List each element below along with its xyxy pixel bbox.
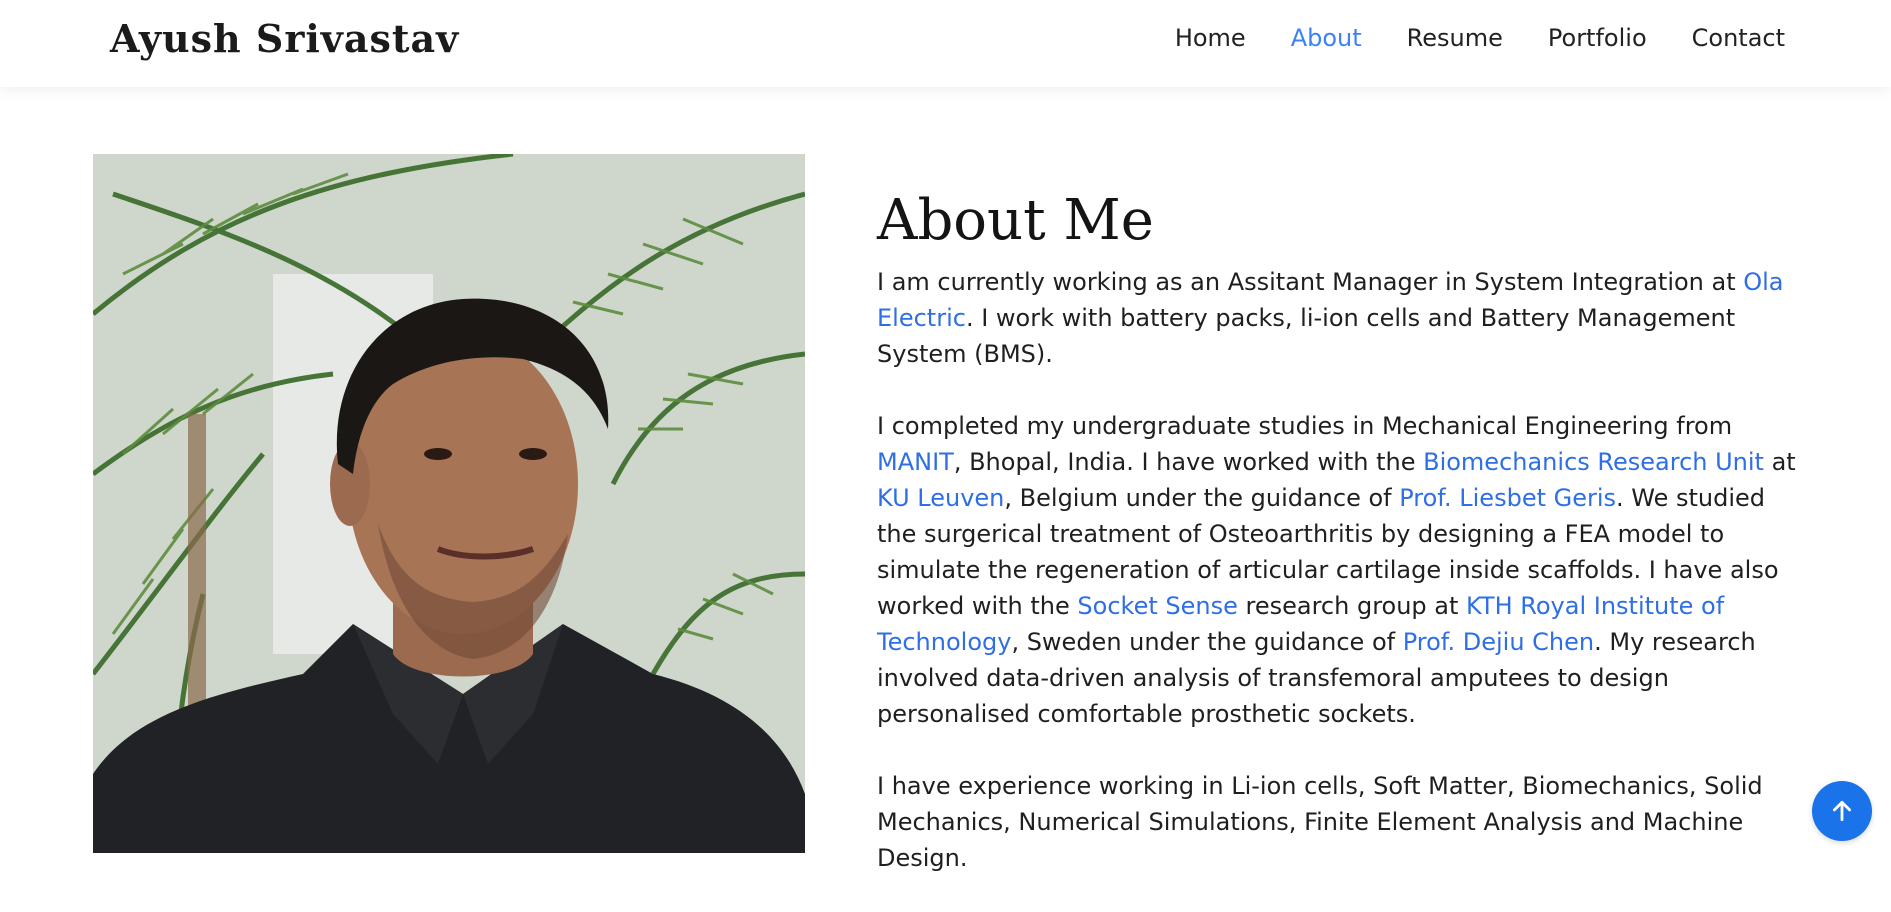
top-navbar: Ayush Srivastav Home About Resume Portfo… xyxy=(0,0,1891,87)
profile-photo xyxy=(93,154,805,853)
arrow-up-icon xyxy=(1833,800,1851,822)
link-prof-dejiu-chen[interactable]: Prof. Dejiu Chen xyxy=(1403,628,1594,656)
p2-text-7: , Sweden under the guidance of xyxy=(1011,627,1403,656)
about-paragraph-2: I completed my undergraduate studies in … xyxy=(877,408,1802,732)
nav-portfolio[interactable]: Portfolio xyxy=(1548,24,1647,52)
portrait-illustration xyxy=(93,154,805,853)
scroll-to-top-button[interactable] xyxy=(1812,781,1872,841)
p2-text-2: , Bhopal, India. I have worked with the xyxy=(953,447,1424,476)
about-title: About Me xyxy=(877,188,1154,253)
about-paragraph-1: I am currently working as an Assitant Ma… xyxy=(877,264,1802,372)
link-prof-liesbet-geris[interactable]: Prof. Liesbet Geris xyxy=(1399,484,1616,512)
link-manit[interactable]: MANIT xyxy=(877,448,954,476)
nav-about[interactable]: About xyxy=(1291,24,1362,52)
nav-resume[interactable]: Resume xyxy=(1407,24,1503,52)
p1-text-1: I am currently working as an Assitant Ma… xyxy=(877,267,1744,296)
p2-text-1: I completed my undergraduate studies in … xyxy=(877,411,1733,440)
p2-text-6: research group at xyxy=(1237,591,1467,620)
nav-home[interactable]: Home xyxy=(1175,24,1246,52)
main-nav: Home About Resume Portfolio Contact xyxy=(1175,24,1785,52)
p2-text-3: at xyxy=(1763,447,1796,476)
nav-contact[interactable]: Contact xyxy=(1692,24,1785,52)
about-paragraph-3: I have experience working in Li-ion cell… xyxy=(877,771,1763,872)
link-ku-leuven[interactable]: KU Leuven xyxy=(877,484,1004,512)
link-biomechanics-research-unit[interactable]: Biomechanics Research Unit xyxy=(1423,448,1764,476)
p2-text-4: , Belgium under the guidance of xyxy=(1004,483,1400,512)
about-section: About Me I am currently working as an As… xyxy=(877,190,1802,912)
link-socket-sense[interactable]: Socket Sense xyxy=(1077,592,1237,620)
site-brand[interactable]: Ayush Srivastav xyxy=(110,16,459,61)
p1-text-2: . I work with battery packs, li-ion cell… xyxy=(877,303,1736,368)
